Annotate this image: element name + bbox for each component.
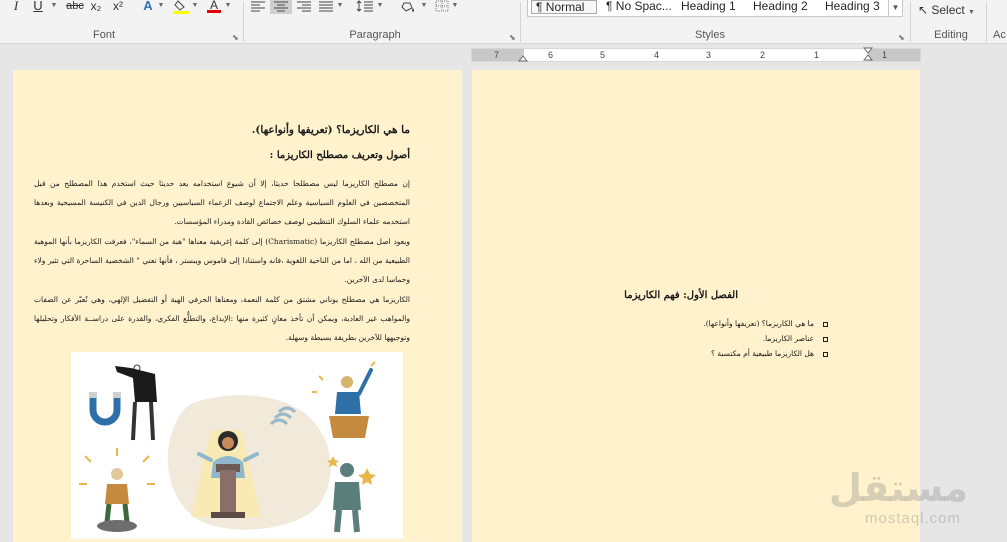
paragraph-group-label: Paragraph — [349, 29, 401, 41]
align-left-icon — [251, 1, 265, 12]
editing-group-label: Editing — [934, 29, 968, 41]
justify-button[interactable] — [316, 0, 336, 14]
underline-chevron-down-icon[interactable]: ▼ — [50, 0, 58, 14]
add-ins-group-label: Ac — [993, 29, 1006, 41]
charisma-illustration-graphic — [79, 361, 376, 533]
text-effects-chevron-down-icon[interactable]: ▼ — [157, 0, 165, 14]
select-button-label: Select — [931, 3, 965, 17]
ruler-number: 7 — [494, 50, 500, 60]
style-heading-1[interactable]: Heading 1 — [677, 0, 745, 16]
section-title: ما هي الكاريزما؟ (تعريفها وأنواعها). — [251, 124, 410, 136]
borders-icon — [435, 0, 449, 12]
select-button[interactable]: ↖ Select ▼ — [918, 4, 988, 18]
cursor-arrow-icon: ↖ — [918, 3, 929, 17]
paragraph-dialog-launcher-icon[interactable]: ⬊ — [509, 33, 516, 42]
ruler-number: 6 — [548, 50, 554, 60]
ruler-first-line-indent-marker-icon[interactable] — [863, 47, 873, 63]
style-heading-2[interactable]: Heading 2 — [749, 0, 817, 16]
ruler-number: 4 — [654, 50, 660, 60]
ruler-number: 5 — [600, 50, 606, 60]
borders-chevron-down-icon[interactable]: ▼ — [451, 0, 459, 14]
paragraph-2: ويعود اصل مصطلح الكاريزما (Charismatic) … — [34, 237, 410, 284]
highlight-button[interactable] — [172, 0, 190, 14]
text-effects-button[interactable]: A — [140, 0, 156, 14]
styles-group-label: Styles — [695, 29, 725, 41]
ruler-number: 2 — [760, 50, 766, 60]
align-right-button[interactable] — [294, 0, 314, 14]
shading-chevron-down-icon[interactable]: ▼ — [420, 0, 428, 14]
ruler-number: 1 — [882, 50, 888, 60]
style-heading-3[interactable]: Heading 3 — [821, 0, 887, 16]
line-spacing-button[interactable] — [356, 0, 374, 14]
subscript-button[interactable]: x₂ — [88, 0, 104, 14]
charisma-illustration[interactable] — [71, 352, 403, 539]
document-page-right[interactable]: الفصل الأول: فهم الكاريزما ما هي الكاريز… — [472, 70, 920, 542]
document-page-left[interactable]: ما هي الكاريزما؟ (تعريفها وأنواعها). أصو… — [13, 70, 462, 542]
highlight-chevron-down-icon[interactable]: ▼ — [191, 0, 199, 14]
ribbon: I U ▼ abc x₂ x² A ▼ ▼ A ▼ Font ⬊ ▼ ▼ ▼ ▼… — [0, 0, 1007, 44]
line-spacing-chevron-down-icon[interactable]: ▼ — [376, 0, 384, 14]
align-left-button[interactable] — [248, 0, 268, 14]
superscript-button[interactable]: x² — [110, 0, 126, 14]
font-color-button[interactable]: A — [206, 0, 222, 14]
horizontal-ruler[interactable]: 7 6 5 4 3 2 1 1 — [471, 47, 921, 63]
underline-button[interactable]: U — [31, 0, 45, 14]
chapter-topics-list: ما هي الكاريزما؟ (تعريفها وأنواعها). عنا… — [703, 316, 828, 361]
list-item: ما هي الكاريزما؟ (تعريفها وأنواعها). — [703, 316, 828, 331]
justify-chevron-down-icon[interactable]: ▼ — [336, 0, 344, 14]
styles-gallery: ¶ Normal ¶ No Spac... Heading 1 Heading … — [527, 0, 903, 17]
align-right-icon — [297, 1, 311, 12]
paragraph-1: إن مصطلح الكاريزما ليس مصطلحا حديثا، إلا… — [34, 179, 410, 226]
ruler-right-indent-marker-icon[interactable] — [518, 54, 528, 62]
styles-dialog-launcher-icon[interactable]: ⬊ — [898, 33, 905, 42]
ruler-margin-right — [868, 49, 920, 61]
style-normal[interactable]: ¶ Normal — [531, 0, 597, 14]
strikethrough-button[interactable]: abc — [64, 0, 86, 14]
section-subtitle: أصول وتعريف مصطلح الكاريزما : — [269, 150, 410, 161]
line-spacing-icon — [356, 0, 373, 12]
align-center-icon — [274, 1, 288, 12]
italic-button[interactable]: I — [10, 0, 22, 14]
ribbon-separator — [910, 2, 911, 42]
font-color-chevron-down-icon[interactable]: ▼ — [224, 0, 232, 14]
select-chevron-down-icon: ▼ — [968, 9, 975, 16]
paint-bucket-icon — [401, 2, 414, 12]
list-item: عناصر الكاريزما. — [703, 331, 828, 346]
font-color-letter: A — [209, 0, 218, 12]
justify-icon — [319, 1, 333, 12]
ruler-number: 1 — [814, 50, 820, 60]
ribbon-separator — [243, 2, 244, 42]
shading-button[interactable] — [398, 0, 420, 14]
align-center-button[interactable] — [270, 0, 292, 14]
styles-more-icon[interactable]: ▼ — [888, 0, 902, 16]
ruler-number: 3 — [706, 50, 712, 60]
paragraph-3: الكاريزما هي مصطلح يوناني مشتق من كلمة ا… — [34, 295, 410, 342]
list-item: هل الكاريزما طبيعية أم مكتسبة ؟ — [703, 346, 828, 361]
ribbon-separator — [986, 2, 987, 42]
chapter-title: الفصل الأول: فهم الكاريزما — [624, 290, 738, 301]
font-dialog-launcher-icon[interactable]: ⬊ — [232, 33, 239, 42]
font-group-label: Font — [92, 29, 115, 41]
style-no-spacing[interactable]: ¶ No Spac... — [602, 0, 674, 16]
highlighter-icon — [173, 0, 189, 14]
borders-button[interactable] — [434, 0, 450, 14]
ribbon-separator — [520, 2, 521, 42]
